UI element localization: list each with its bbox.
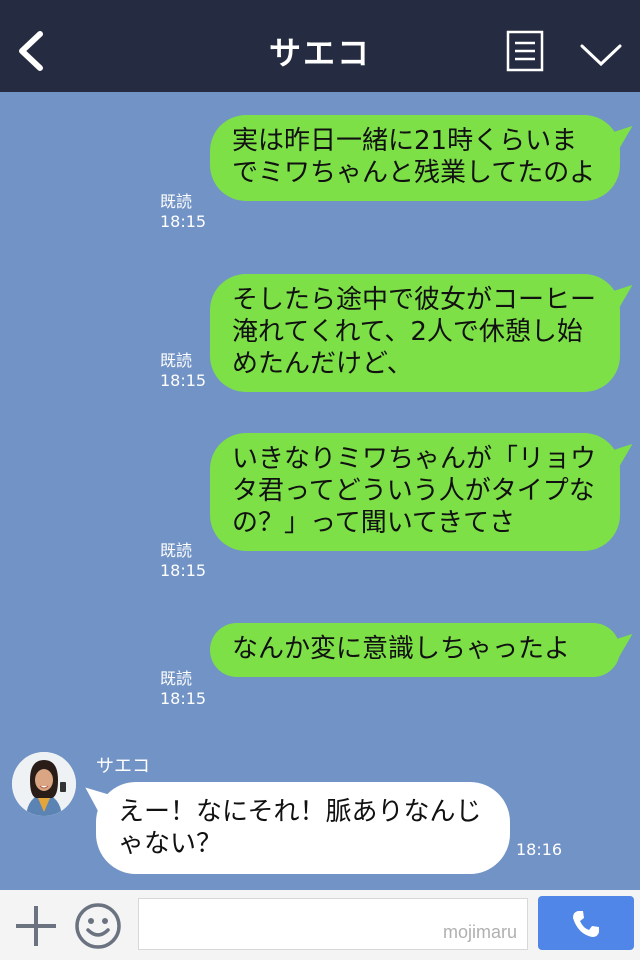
message-bubble-sent[interactable]: なんか変に意識しちゃったよ [210, 623, 620, 677]
notes-menu-icon[interactable] [506, 30, 544, 72]
message-time: 18:15 [160, 561, 207, 580]
message-sent: そしたら途中で彼女がコーヒー淹れてくれて、2人で休憩し始めたんだけど、 [210, 274, 620, 392]
read-receipt: 既読 [160, 192, 193, 211]
message-sent: いきなりミワちゃんが「リョウタ君ってどういう人がタイプなの？」って聞いてきてさ [210, 433, 620, 551]
message-bubble-sent[interactable]: 実は昨日一緒に21時くらいまでミワちゃんと残業してたのよ [210, 115, 620, 201]
phone-icon [573, 911, 599, 937]
sender-name: サエコ [96, 756, 150, 777]
chat-title: サエコ [268, 34, 371, 72]
emoji-icon[interactable] [74, 902, 122, 950]
message-meta: 既読 18:15 [160, 351, 220, 391]
message-sent: 実は昨日一緒に21時くらいまでミワちゃんと残業してたのよ [210, 115, 620, 201]
message-bubble-received[interactable]: えー！なにそれ！脈ありなんじゃない？ [96, 782, 510, 874]
message-meta: 既読 18:15 [160, 192, 220, 232]
woman-avatar-icon [12, 752, 76, 816]
chevron-down-icon[interactable] [578, 40, 624, 68]
message-bubble-sent[interactable]: そしたら途中で彼女がコーヒー淹れてくれて、2人で休憩し始めたんだけど、 [210, 274, 620, 392]
read-receipt: 既読 [160, 351, 193, 370]
chat-header: サエコ [0, 0, 640, 92]
message-meta: 既読 18:15 [160, 541, 220, 581]
message-bubble-sent[interactable]: いきなりミワちゃんが「リョウタ君ってどういう人がタイプなの？」って聞いてきてさ [210, 433, 620, 551]
message-list[interactable]: 実は昨日一緒に21時くらいまでミワちゃんと残業してたのよ 既読 18:15 そし… [0, 92, 640, 890]
message-input[interactable]: mojimaru [138, 898, 528, 950]
watermark: mojimaru [442, 922, 517, 942]
message-meta: 既読 18:15 [160, 669, 220, 709]
plus-icon[interactable] [14, 904, 58, 948]
sender-avatar[interactable] [12, 752, 76, 816]
message-time: 18:16 [516, 840, 563, 859]
read-receipt: 既読 [160, 541, 193, 560]
message-time: 18:15 [160, 212, 207, 231]
message-sent: なんか変に意識しちゃったよ [210, 623, 620, 677]
call-button[interactable] [538, 896, 634, 950]
message-time: 18:15 [160, 689, 207, 708]
message-time: 18:15 [160, 371, 207, 390]
read-receipt: 既読 [160, 669, 193, 688]
input-bar: mojimaru [0, 890, 640, 960]
